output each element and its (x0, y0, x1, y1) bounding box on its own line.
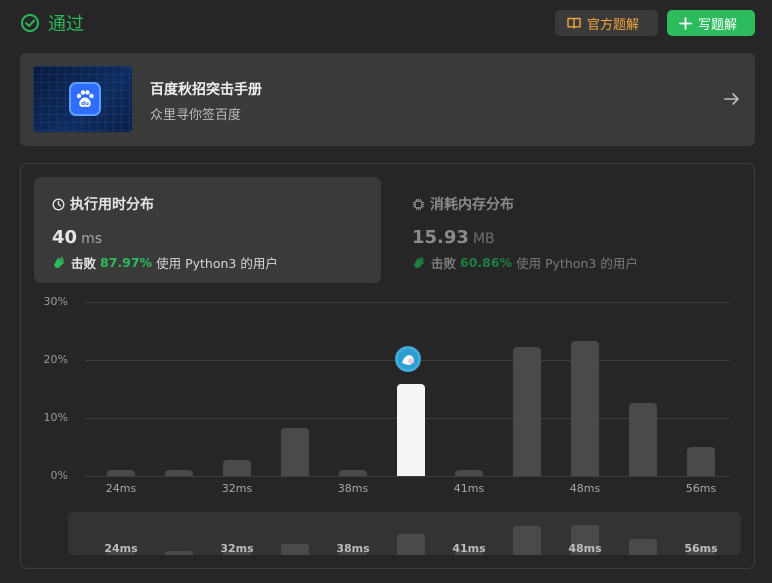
minimap-tick-label: 48ms (568, 542, 602, 555)
user-avatar (395, 346, 421, 372)
clock-icon (52, 198, 65, 210)
memory-title: 消耗内存分布 (412, 194, 514, 214)
chart-bar[interactable] (571, 341, 599, 476)
chart-bar[interactable] (513, 346, 541, 476)
minimap-bar (281, 544, 309, 555)
x-tick-label: 48ms (569, 482, 601, 495)
x-tick-label: 41ms (453, 482, 485, 495)
y-tick-label: 0% (50, 469, 68, 482)
chart-bar[interactable] (455, 470, 483, 476)
promo-banner[interactable]: du 百度秋招突击手册 众里寻你签百度 (20, 53, 755, 146)
plus-icon (679, 16, 692, 30)
status-label: 通过 (48, 14, 84, 35)
banner-title: 百度秋招突击手册 (150, 82, 262, 98)
official-solution-button[interactable]: 官方题解 (555, 10, 658, 36)
range-minimap[interactable]: 24ms 32ms 38ms 41ms 48ms 56ms (68, 512, 741, 555)
official-solution-label: 官方题解 (587, 17, 640, 33)
memory-beat: 击败 60.86% 使用 Python3 的用户 (412, 253, 638, 272)
minimap-bar (165, 551, 193, 555)
memory-value: 15.93 MB (412, 227, 495, 248)
minimap-tick-label: 56ms (684, 542, 718, 555)
chart-bar[interactable] (629, 402, 657, 476)
runtime-value: 40 ms (52, 227, 102, 248)
chart-bar[interactable] (687, 447, 715, 476)
check-circle-icon (21, 14, 39, 32)
write-solution-label: 写题解 (698, 17, 738, 33)
runtime-beat: 击败 87.97% 使用 Python3 的用户 (52, 253, 278, 272)
accepted-status: 通过 (20, 10, 84, 36)
minimap-tick-label: 24ms (104, 542, 138, 555)
write-solution-button[interactable]: 写题解 (667, 10, 755, 36)
chart-bar[interactable] (281, 428, 309, 476)
minimap-tick-label: 41ms (452, 542, 486, 555)
arrow-right-icon[interactable] (723, 90, 741, 108)
y-tick-label: 30% (43, 295, 68, 308)
x-tick-label: 24ms (105, 482, 137, 495)
minimap-tick-label: 32ms (220, 542, 254, 555)
gridline (85, 302, 730, 303)
chart-bar[interactable] (339, 470, 367, 476)
minimap-tick-label: 38ms (336, 542, 370, 555)
chart-bar-current[interactable] (397, 384, 425, 476)
x-tick-label: 32ms (221, 482, 253, 495)
memory-card[interactable]: 消耗内存分布 15.93 MB 击败 60.86% 使用 Python3 的用户 (394, 177, 741, 283)
chart-bar[interactable] (107, 470, 135, 476)
x-tick-label: 38ms (337, 482, 369, 495)
minimap-bar (397, 534, 425, 555)
gridline (85, 476, 730, 477)
banner-thumbnail: du (33, 66, 132, 132)
y-tick-label: 10% (43, 411, 68, 424)
minimap-bar (629, 538, 657, 555)
chip-icon (412, 198, 425, 210)
book-icon (567, 17, 581, 29)
clap-icon (414, 256, 425, 269)
chart-bar[interactable] (223, 460, 251, 476)
svg-text:du: du (81, 101, 89, 107)
y-tick-label: 20% (43, 353, 68, 366)
clap-icon (54, 256, 65, 269)
minimap-bar (513, 526, 541, 555)
baidu-paw-icon: du (69, 82, 101, 116)
chart-bar[interactable] (165, 470, 193, 476)
runtime-card[interactable]: 执行用时分布 40 ms 击败 87.97% 使用 Python3 的用户 (34, 177, 381, 283)
runtime-title: 执行用时分布 (52, 194, 154, 214)
x-tick-label: 56ms (685, 482, 717, 495)
banner-subtitle: 众里寻你签百度 (150, 108, 242, 123)
